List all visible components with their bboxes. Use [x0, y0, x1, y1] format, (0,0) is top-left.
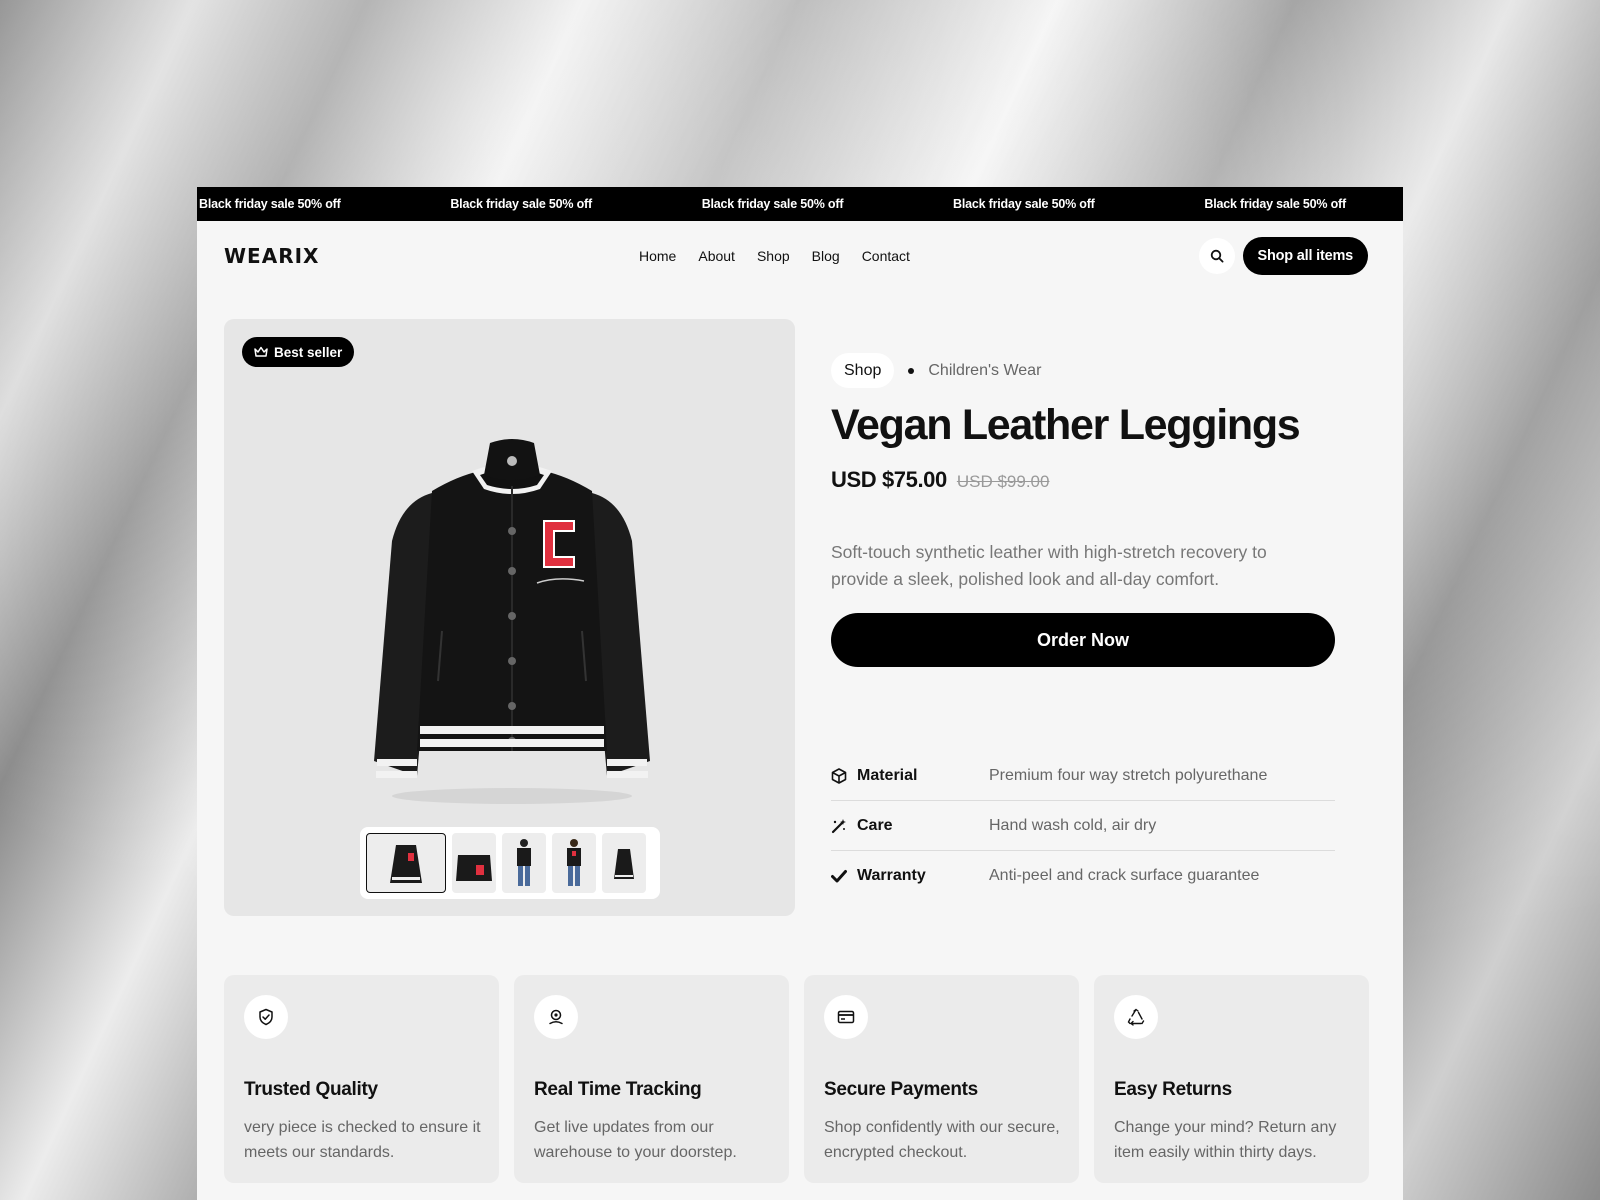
feature-title: Easy Returns — [1114, 1079, 1232, 1100]
location-pin-icon — [549, 1009, 563, 1025]
logo[interactable]: WEARIX — [224, 244, 319, 268]
main-menu: Home About Shop Blog Contact — [639, 221, 910, 291]
product-info: Shop Children's Wear Vegan Leather Leggi… — [831, 353, 1341, 901]
crown-icon — [254, 346, 268, 357]
search-icon — [1210, 249, 1224, 263]
model-thumb-icon — [517, 839, 531, 886]
box-icon — [831, 767, 847, 784]
thumbnail[interactable] — [602, 833, 646, 893]
product-description: Soft-touch synthetic leather with high-s… — [831, 542, 1267, 589]
product-title: Vegan Leather Leggings — [831, 401, 1301, 449]
spec-value: Hand wash cold, air dry — [989, 816, 1157, 834]
feature-text: very piece is checked to ensure it meets… — [244, 1119, 481, 1161]
recycle-icon — [1127, 1008, 1145, 1026]
ticker-item: Black friday sale 50% off — [199, 197, 341, 211]
model-front-thumb-icon — [567, 839, 581, 886]
order-now-button[interactable]: Order Now — [831, 613, 1335, 667]
feature-card-tracking: Real Time Tracking Get live updates from… — [514, 975, 789, 1183]
search-button[interactable] — [1198, 238, 1235, 274]
thumbnail[interactable] — [502, 833, 546, 893]
jacket-side-thumb-icon — [614, 849, 634, 879]
thumbnail[interactable] — [366, 833, 446, 893]
ticker-item: Black friday sale 50% off — [1204, 197, 1346, 211]
wand-icon — [831, 818, 846, 833]
page-frame: Black friday sale 50% off Black friday s… — [197, 187, 1403, 1200]
spec-label: Warranty — [857, 867, 926, 884]
spec-row-care: Care Hand wash cold, air dry — [831, 801, 1335, 851]
spec-label: Care — [857, 816, 893, 834]
feature-title: Secure Payments — [824, 1079, 978, 1100]
feature-card-returns: Easy Returns Change your mind? Return an… — [1094, 975, 1369, 1183]
breadcrumb: Shop Children's Wear — [831, 353, 1341, 388]
nav-link-home[interactable]: Home — [639, 248, 676, 264]
badge-label: Best seller — [274, 344, 343, 360]
feature-text: Change your mind? Return any item easily… — [1114, 1119, 1337, 1161]
feature-title: Trusted Quality — [244, 1079, 378, 1100]
price-row: USD $75.00 USD $99.00 — [831, 467, 1341, 493]
thumbnail-strip — [360, 827, 660, 899]
spec-label: Material — [857, 766, 918, 784]
breadcrumb-current[interactable]: Children's Wear — [928, 362, 1041, 380]
feature-cards: Trusted Quality very piece is checked to… — [224, 975, 1369, 1183]
nav-link-shop[interactable]: Shop — [757, 248, 790, 264]
ticker-item: Black friday sale 50% off — [953, 197, 1095, 211]
ticker-item: Black friday sale 50% off — [701, 197, 844, 211]
spec-value: Anti-peel and crack surface guarantee — [989, 867, 1260, 884]
jacket-image — [374, 439, 650, 804]
feature-text: Shop confidently with our secure, encryp… — [824, 1119, 1060, 1161]
ticker-item: Black friday sale 50% off — [450, 197, 592, 211]
original-price: USD $99.00 — [956, 472, 1050, 491]
feature-card-quality: Trusted Quality very piece is checked to… — [224, 975, 499, 1183]
shield-check-icon — [259, 1008, 273, 1026]
promo-ticker: Black friday sale 50% off Black friday s… — [197, 187, 1403, 221]
feature-text: Get live updates from our warehouse to y… — [534, 1119, 737, 1161]
jacket-thumb-icon — [390, 845, 422, 883]
nav-link-contact[interactable]: Contact — [862, 248, 910, 264]
current-price: USD $75.00 — [831, 467, 947, 492]
nav-actions: Shop all items — [1198, 237, 1368, 275]
best-seller-badge: Best seller — [242, 337, 355, 367]
thumbnail[interactable] — [452, 833, 496, 893]
spec-row-material: Material Premium four way stretch polyur… — [831, 751, 1335, 801]
breadcrumb-separator — [908, 367, 915, 374]
spec-list: Material Premium four way stretch polyur… — [831, 751, 1335, 901]
nav-link-about[interactable]: About — [698, 248, 735, 264]
feature-title: Real Time Tracking — [534, 1079, 702, 1100]
jacket-back-thumb-icon — [456, 852, 492, 881]
navbar: WEARIX Home About Shop Blog Contact Shop… — [197, 221, 1403, 291]
shop-all-button[interactable]: Shop all items — [1242, 237, 1368, 275]
spec-value: Premium four way stretch polyurethane — [989, 766, 1268, 784]
breadcrumb-shop[interactable]: Shop — [831, 353, 895, 388]
feature-card-payments: Secure Payments Shop confidently with ou… — [804, 975, 1079, 1183]
thumbnail[interactable] — [552, 833, 596, 893]
nav-link-blog[interactable]: Blog — [812, 248, 840, 264]
credit-card-icon — [837, 1010, 855, 1024]
check-icon — [831, 870, 847, 883]
product-gallery: Best seller — [224, 319, 795, 916]
spec-row-warranty: Warranty Anti-peel and crack surface gua… — [831, 851, 1335, 901]
